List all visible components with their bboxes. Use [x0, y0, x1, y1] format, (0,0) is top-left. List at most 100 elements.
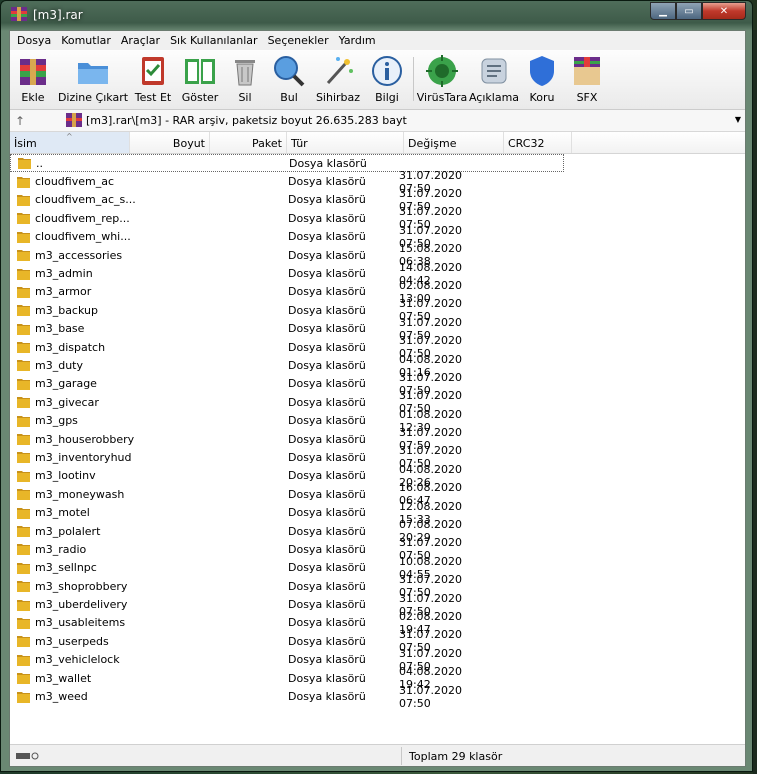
- column-type[interactable]: Tür: [287, 132, 404, 153]
- test-button[interactable]: Test Et: [130, 53, 176, 109]
- virus-scan-button[interactable]: VirüsTara: [417, 53, 467, 109]
- column-crc[interactable]: CRC32: [504, 132, 572, 153]
- table-row[interactable]: m3_vehiclelock Dosya klasörü 31.07.2020 07…: [10, 647, 745, 673]
- maximize-button[interactable]: ▭: [676, 2, 702, 20]
- wizard-label: Sihirbaz: [315, 91, 361, 104]
- menu-sik-kullanilanlar[interactable]: Sık Kullanılanlar: [165, 34, 263, 47]
- row-name-cell: m3_dispatch: [10, 341, 160, 354]
- table-row[interactable]: m3_houserobbery Dosya klasörü 31.07.2020 0…: [10, 426, 745, 452]
- minimize-button[interactable]: ▁: [650, 2, 676, 20]
- table-row[interactable]: m3_lootinv Dosya klasörü 04.08.2020 20:26: [10, 463, 745, 489]
- delete-button[interactable]: Sil: [224, 53, 266, 109]
- row-name: m3_sellnpc: [35, 561, 97, 575]
- table-row[interactable]: m3_givecar Dosya klasörü 31.07.2020 07:50: [10, 389, 745, 415]
- row-type: Dosya klasörü: [288, 175, 366, 189]
- table-row[interactable]: cloudfivem_rep... Dosya klasörü 31.07.2020…: [10, 205, 745, 231]
- column-modified[interactable]: Değişme: [404, 132, 504, 153]
- row-name-cell: m3_sellnpc: [10, 561, 160, 574]
- wizard-button[interactable]: Sihirbaz: [312, 53, 364, 109]
- folder-icon: [17, 286, 30, 298]
- table-row[interactable]: m3_garage Dosya klasörü 31.07.2020 07:50: [10, 371, 745, 397]
- row-name: m3_duty: [35, 358, 83, 372]
- folder-icon: [17, 250, 30, 262]
- menu-secenekler[interactable]: Seçenekler: [263, 34, 334, 47]
- table-row[interactable]: m3_base Dosya klasörü 31.07.2020 07:50: [10, 316, 745, 342]
- row-name-cell: m3_vehiclelock: [10, 653, 160, 666]
- table-row[interactable]: m3_admin Dosya klasörü 14.08.2020 04:42: [10, 261, 745, 287]
- row-type: Dosya klasörü: [288, 671, 366, 685]
- menu-araclar[interactable]: Araçlar: [116, 34, 165, 47]
- table-row[interactable]: m3_usableitems Dosya klasörü 02.08.2020 19…: [10, 610, 745, 636]
- folder-icon: [17, 268, 30, 280]
- row-name: m3_radio: [35, 542, 87, 556]
- status-total: Toplam 29 klasör: [409, 750, 503, 763]
- folder-icon: [17, 654, 30, 666]
- comment-button[interactable]: Açıklama: [467, 53, 521, 109]
- address-dropdown-icon[interactable]: ▼: [735, 115, 741, 124]
- test-label: Test Et: [134, 91, 172, 104]
- table-row[interactable]: m3_moneywash Dosya klasörü 16.08.2020 06:4…: [10, 481, 745, 507]
- column-name[interactable]: İsim ^: [10, 132, 130, 153]
- toolbar: Ekle Dizine Çıkart Test Et Göster Sil Bu…: [10, 50, 745, 110]
- info-button[interactable]: Bilgi: [364, 53, 410, 109]
- table-row[interactable]: m3_dispatch Dosya klasörü 31.07.2020 07:50: [10, 334, 745, 360]
- row-type: Dosya klasörü: [289, 156, 367, 170]
- table-row[interactable]: cloudfivem_whi... Dosya klasörü 31.07.2020…: [10, 224, 745, 250]
- row-type: Dosya klasörü: [288, 542, 366, 556]
- sfx-label: SFX: [576, 91, 598, 104]
- table-row[interactable]: m3_userpeds Dosya klasörü 31.07.2020 07:50: [10, 628, 745, 654]
- row-name-cell: m3_garage: [10, 377, 160, 390]
- winrar-app-icon: [11, 7, 27, 21]
- close-button[interactable]: ✕: [702, 2, 746, 20]
- table-row[interactable]: m3_wallet Dosya klasörü 04.08.2020 19:42: [10, 665, 745, 691]
- row-type: Dosya klasörü: [288, 285, 366, 299]
- row-name: m3_accessories: [35, 248, 123, 262]
- up-arrow-icon[interactable]: ↑: [10, 114, 30, 128]
- folder-icon: [17, 305, 30, 317]
- column-packed[interactable]: Paket: [210, 132, 287, 153]
- table-row[interactable]: m3_inventoryhud Dosya klasörü 31.07.2020 0…: [10, 444, 745, 470]
- row-name: m3_gps: [35, 414, 78, 428]
- table-row[interactable]: m3_accessories Dosya klasörü 15.08.2020 06…: [10, 242, 745, 268]
- column-size[interactable]: Boyut: [130, 132, 210, 153]
- row-name-cell: m3_base: [10, 322, 160, 335]
- folder-icon: [17, 470, 30, 482]
- table-row[interactable]: cloudfivem_ac_s... Dosya klasörü 31.07.202…: [10, 187, 745, 213]
- table-row[interactable]: m3_shoprobbery Dosya klasörü 31.07.2020 07…: [10, 573, 745, 599]
- view-button[interactable]: Göster: [176, 53, 224, 109]
- folder-icon: [17, 673, 30, 685]
- table-row[interactable]: m3_radio Dosya klasörü 31.07.2020 07:50: [10, 536, 745, 562]
- extract-to-button[interactable]: Dizine Çıkart: [56, 53, 130, 109]
- menu-dosya[interactable]: Dosya: [12, 34, 56, 47]
- sfx-button[interactable]: SFX: [563, 53, 611, 109]
- address-field[interactable]: [m3].rar\[m3] - RAR arşiv, paketsiz boyu…: [66, 113, 407, 127]
- find-button[interactable]: Bul: [266, 53, 312, 109]
- table-row[interactable]: m3_polalert Dosya klasörü 07.08.2020 20:29: [10, 518, 745, 544]
- add-button[interactable]: Ekle: [10, 53, 56, 109]
- row-name-cell: m3_moneywash: [10, 488, 160, 501]
- table-row[interactable]: m3_uberdelivery Dosya klasörü 31.07.2020 0…: [10, 592, 745, 618]
- row-name-cell: m3_lootinv: [10, 469, 160, 482]
- table-row[interactable]: cloudfivem_ac Dosya klasörü 31.07.2020 07:…: [10, 169, 745, 195]
- table-row[interactable]: m3_armor Dosya klasörü 02.08.2020 13:00: [10, 279, 745, 305]
- table-row[interactable]: m3_motel Dosya klasörü 12.08.2020 15:33: [10, 500, 745, 526]
- row-name: ..: [36, 156, 43, 170]
- folder-icon: [17, 691, 30, 703]
- table-row[interactable]: m3_gps Dosya klasörü 01.08.2020 12:30: [10, 408, 745, 434]
- table-row[interactable]: m3_backup Dosya klasörü 31.07.2020 07:50: [10, 297, 745, 323]
- title-bar[interactable]: [m3].rar ▁ ▭ ✕: [1, 1, 752, 29]
- menu-bar: Dosya Komutlar Araçlar Sık Kullanılanlar…: [10, 31, 745, 50]
- folder-icon: [18, 158, 31, 170]
- menu-komutlar[interactable]: Komutlar: [56, 34, 116, 47]
- table-row[interactable]: m3_sellnpc Dosya klasörü 10.08.2020 04:55: [10, 555, 745, 581]
- menu-yardim[interactable]: Yardım: [334, 34, 381, 47]
- table-row[interactable]: m3_weed Dosya klasörü 31.07.2020 07:50: [10, 684, 745, 710]
- row-name-cell: cloudfivem_whi...: [10, 230, 160, 243]
- protect-button[interactable]: Koru: [521, 53, 563, 109]
- folder-icon: [17, 452, 30, 464]
- table-row[interactable]: m3_duty Dosya klasörü 04.08.2020 01:16: [10, 353, 745, 379]
- row-name: m3_moneywash: [35, 487, 125, 501]
- column-name-label: İsim: [14, 137, 37, 150]
- row-name-cell: m3_duty: [10, 359, 160, 372]
- row-name-cell: m3_polalert: [10, 525, 160, 538]
